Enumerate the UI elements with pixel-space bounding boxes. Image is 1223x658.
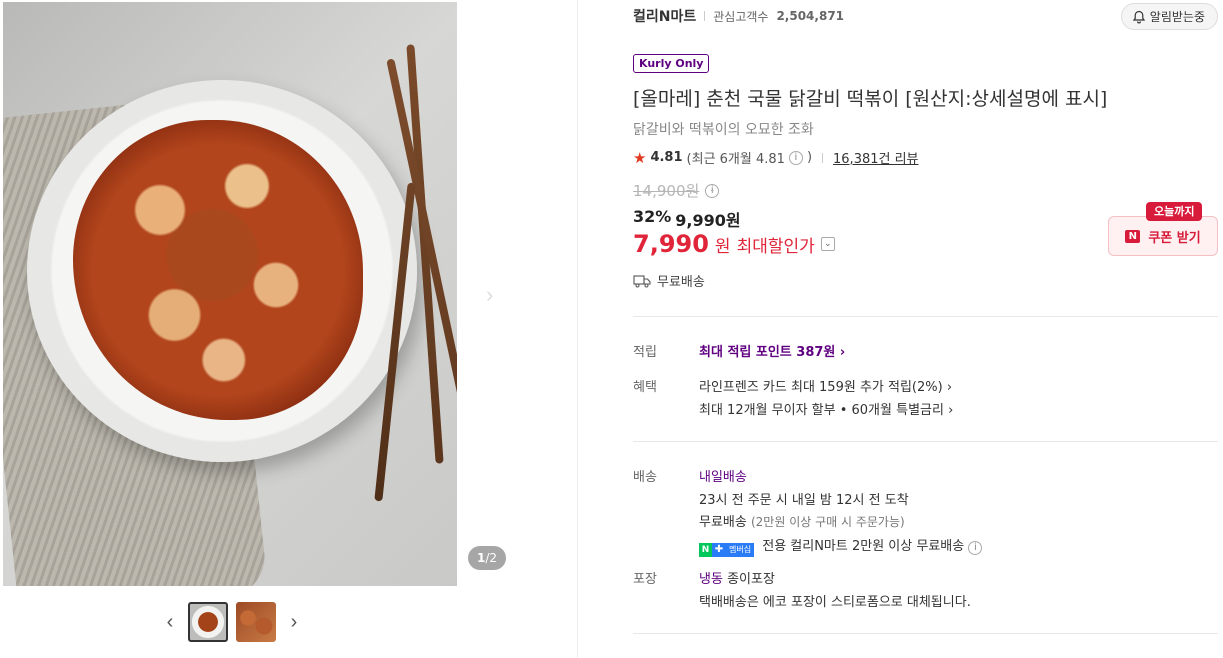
original-price-value: 14,900원 [633, 182, 700, 200]
naver-n-icon: N [1125, 229, 1141, 243]
divider [704, 11, 706, 21]
product-info: 컬리N마트 관심고객수 2,504,871 알림받는중 Kurly Only [… [633, 0, 1218, 658]
discount-row: 32% 9,990원 [633, 207, 741, 231]
kurly-only-badge: Kurly Only [633, 54, 710, 73]
truck-icon [633, 274, 651, 287]
info-icon[interactable]: i [788, 150, 803, 165]
rating-row: ★ 4.81 (최근 6개월 4.81 i ) 16,381건 리뷰 [633, 148, 919, 168]
thumbnail-1[interactable] [188, 602, 228, 642]
package-note: 택배배송은 에코 포장이 스티로폼으로 대체됩니다. [699, 595, 971, 610]
coupon-label: 쿠폰 받기 [1148, 230, 1201, 246]
coupon-area: N 쿠폰 받기 오늘까지 [1108, 202, 1218, 256]
rating-value: 4.81 [650, 150, 683, 165]
free-ship-label: 무료배송 [699, 515, 747, 530]
info-icon[interactable]: i [705, 183, 720, 198]
seller-name[interactable]: 컬리N마트 [633, 6, 696, 26]
benefit-installment-link[interactable]: 최대 12개월 무이자 할부 • 60개월 특별금리 › [699, 399, 953, 418]
max-discount-unit: 원 [714, 237, 731, 257]
benefit-card-link[interactable]: 라인프렌즈 카드 최대 159원 추가 적립(2%) › [699, 376, 952, 395]
sale-price: 9,990원 [675, 211, 741, 230]
free-shipping-label: 무료배송 [657, 275, 705, 290]
package-material: 종이포장 [727, 572, 775, 587]
thumbnail-strip: ‹ › [160, 600, 304, 644]
points-link[interactable]: 최대 적립 포인트 387원 › [699, 341, 845, 360]
today-only-tag: 오늘까지 [1146, 202, 1203, 221]
benefit-label: 혜택 [633, 380, 657, 395]
product-main-image[interactable] [3, 2, 457, 586]
bell-icon [1132, 10, 1145, 23]
alarm-button[interactable]: 알림받는중 [1120, 3, 1218, 30]
info-icon[interactable]: i [968, 541, 983, 555]
membership-row: N ✚ 멤버십 전용 컬리N마트 2만원 이상 무료배송 i [699, 535, 983, 557]
chevron-down-icon[interactable]: ⌄ [820, 237, 835, 251]
points-label: 적립 [633, 345, 657, 360]
rating-close: ) [806, 150, 813, 165]
discount-rate: 32% [633, 207, 672, 226]
original-price: 14,900원 i [633, 180, 720, 201]
fans-label: 관심고객수 [713, 9, 769, 24]
max-discount-label: 최대할인가 [736, 237, 815, 257]
star-icon: ★ [633, 148, 647, 167]
review-link[interactable]: 16,381건 리뷰 [833, 148, 919, 167]
rating-recent: (최근 6개월 4.81 [686, 152, 785, 167]
free-ship-note: (2만원 이상 구매 시 주문가능) [750, 515, 905, 529]
divider [822, 152, 824, 163]
product-title: [올마레] 춘천 국물 닭갈비 떡볶이 [원산지:상세설명에 표시] [633, 88, 1108, 110]
npay-membership-badge: N ✚ 멤버십 [699, 543, 755, 557]
free-ship-row: 무료배송 (2만원 이상 구매 시 주문가능) [699, 511, 905, 530]
plus-icon: ✚ [712, 543, 726, 557]
image-counter: 1/2 [468, 546, 506, 570]
naver-n-icon: N [699, 543, 712, 557]
delivery-type: 내일배송 [699, 470, 747, 485]
thumbnail-2[interactable] [236, 602, 276, 642]
thumb-next-icon[interactable]: › [284, 611, 304, 634]
max-discount-price: 7,990 [633, 230, 709, 258]
fans-count: 2,504,871 [776, 9, 845, 23]
divider [633, 441, 1218, 442]
delivery-label: 배송 [633, 470, 657, 485]
package-type: 냉동 [699, 572, 723, 587]
alarm-label: 알림받는중 [1149, 10, 1205, 24]
membership-text: 멤버십 [726, 543, 755, 557]
thumb-prev-icon[interactable]: ‹ [160, 611, 180, 634]
product-gallery: › 1/2 ‹ › [0, 0, 578, 658]
package-label: 포장 [633, 572, 657, 587]
divider [633, 633, 1218, 634]
max-discount-row: 7,990 원 최대할인가 ⌄ [633, 230, 835, 258]
product-subtitle: 닭갈비와 떡볶이의 오묘한 조화 [633, 122, 814, 138]
seller-row: 컬리N마트 관심고객수 2,504,871 [633, 6, 844, 26]
coupon-button[interactable]: N 쿠폰 받기 [1108, 216, 1218, 256]
next-image-icon[interactable]: › [486, 282, 506, 307]
divider [633, 316, 1218, 317]
membership-ship: 전용 컬리N마트 2만원 이상 무료배송 [762, 539, 965, 554]
free-shipping-row: 무료배송 [633, 271, 705, 290]
package-row: 냉동 종이포장 [699, 568, 775, 587]
delivery-time: 23시 전 주문 시 내일 밤 12시 전 도착 [699, 493, 909, 508]
counter-total: /2 [485, 551, 498, 565]
